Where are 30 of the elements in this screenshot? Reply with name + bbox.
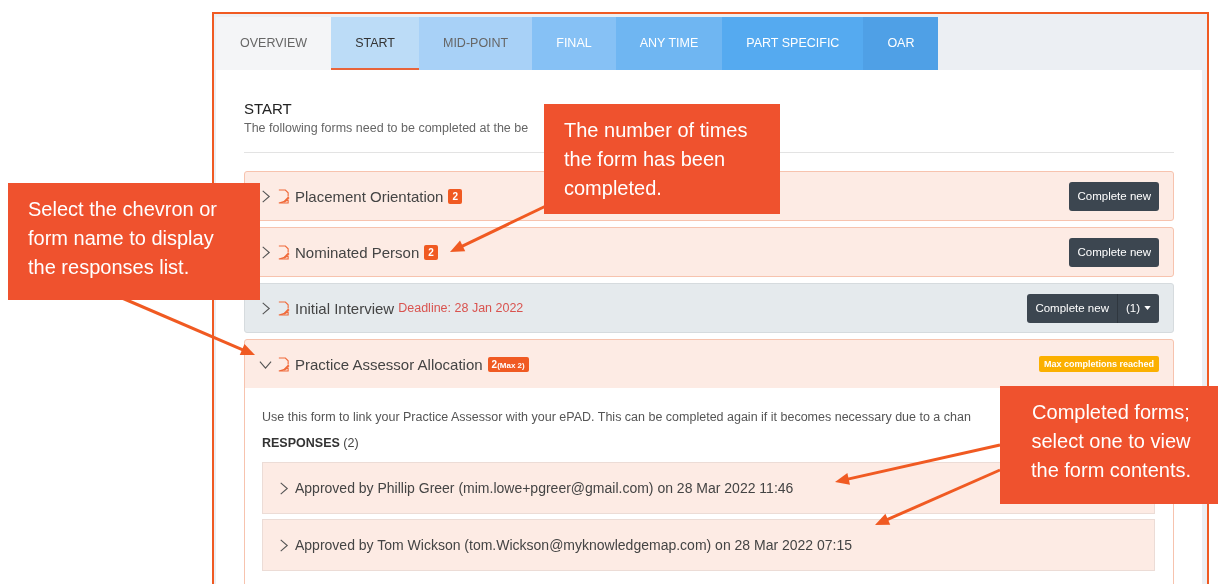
chevron-icon[interactable] [259,301,272,315]
complete-new-button[interactable]: Complete new [1027,293,1117,323]
count-badge: 2 [424,244,438,260]
chevron-icon[interactable] [259,245,272,259]
dropdown-button[interactable]: (1) [1116,293,1159,323]
count-badge: 2(Max 2) [487,356,529,372]
deadline-text: Deadline: 28 Jan 2022 [398,301,524,315]
form-description: Use this form to link your Practice Assessor with your ePAD. This can be completed again if it becomes necessary due to a chan [262,410,971,424]
chevron-icon[interactable] [259,189,272,203]
callout-tooltip: Completed forms; select one to view the form contents. [1000,386,1218,504]
callout-tooltip: Select the chevron or form name to display the responses list. [8,183,260,300]
form-name[interactable]: Practice Assessor Allocation [295,355,483,373]
caret-icon [1144,306,1151,310]
form-name[interactable]: Initial Interview [295,299,395,317]
section-description: The following forms need to be completed at the be [244,121,529,135]
response-text: Approved by Phillip Greer (mim.lowe+pgreer@gmail.com) on 28 Mar 2022 11:46 [295,480,794,496]
complete-new-button[interactable]: Complete new [1069,237,1159,267]
count-badge: 2 [448,188,462,204]
responses-heading: RESPONSES (2) [262,436,359,450]
tab[interactable]: OVERVIEW [216,17,332,70]
tab[interactable]: MID-POINT [419,17,533,70]
section-title: START [244,100,293,117]
form-name[interactable]: Placement Orientation [295,187,444,205]
status-badge: Max completions reached [1038,356,1159,372]
form-name[interactable]: Nominated Person [295,243,420,261]
callout-tooltip: The number of times the form has been completed. [544,104,780,214]
complete-new-button[interactable]: Complete new [1069,181,1159,211]
tab[interactable]: START [331,17,419,70]
response-text: Approved by Tom Wickson (tom.Wickson@myknowledgemap.com) on 28 Mar 2022 07:15 [295,537,853,553]
response-row[interactable]: Approved by Tom Wickson (tom.Wickson@myknowledgemap.com) on 28 Mar 2022 07:15 [262,519,1155,571]
